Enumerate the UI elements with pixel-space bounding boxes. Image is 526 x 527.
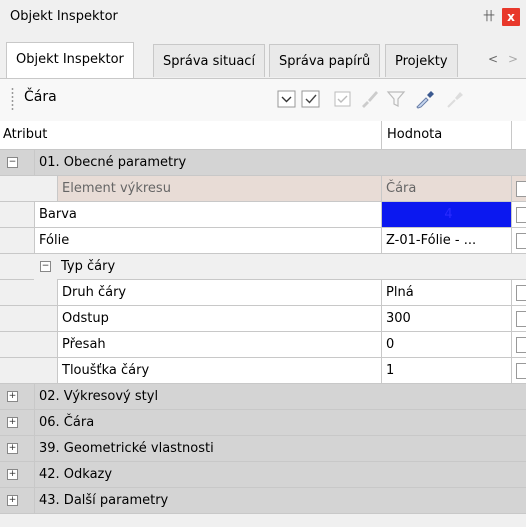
collapse-icon[interactable]: − [40,261,51,272]
property-value[interactable]: Plná [381,280,511,306]
tab-sprava-situaci[interactable]: Správa situací [153,44,266,77]
checkbox[interactable] [516,285,526,301]
tab-objekt-inspektor[interactable]: Objekt Inspektor [6,42,134,78]
tab-scroll-left-icon[interactable]: < [488,52,498,66]
group-label: 06. Čára [34,410,526,436]
group-row[interactable]: + 43. Další parametry [0,488,526,514]
property-row[interactable]: Fólie Z-01-Fólie - ... [0,228,526,254]
group-row[interactable]: + 06. Čára [0,410,526,436]
expand-icon[interactable]: + [7,391,18,402]
group-row[interactable]: + 02. Výkresový styl [0,384,526,410]
checkbox[interactable] [516,363,526,379]
close-button[interactable]: x [502,8,520,26]
toolbar: Čára [0,79,526,122]
property-name: Odstup [57,306,381,332]
expand-icon[interactable]: + [7,495,18,506]
expand-icon[interactable]: + [7,417,18,428]
property-name: Druh čáry [57,280,381,306]
header-extra [511,121,526,149]
group-label: 43. Další parametry [34,488,526,514]
pin-icon[interactable]: 卄 [482,8,496,24]
property-name: Fólie [34,228,381,254]
group-label: 42. Odkazy [34,462,526,488]
grid-header: Atribut Hodnota [0,121,526,150]
checkbox[interactable] [516,233,526,249]
group-label: 01. Obecné parametry [34,150,511,176]
property-value: Čára [381,176,511,202]
tab-scroll-right-icon[interactable]: > [508,52,518,66]
group-row[interactable]: + 39. Geometrické vlastnosti [0,436,526,462]
expand-icon[interactable]: + [7,443,18,454]
group-label: 02. Výkresový styl [34,384,526,410]
filter-icon[interactable] [385,88,407,110]
brush-icon[interactable] [358,88,380,110]
color-value[interactable]: 4 [381,202,511,228]
checkmark-icon[interactable] [300,88,322,110]
property-row[interactable]: Přesah 0 [0,332,526,358]
checkbox[interactable] [516,311,526,327]
header-attribute[interactable]: Atribut [3,127,47,142]
property-row[interactable]: Tloušťka čáry 1 [0,358,526,384]
property-value[interactable]: Z-01-Fólie - ... [381,228,511,254]
expand-icon[interactable]: + [7,469,18,480]
eyedropper-icon[interactable] [414,88,436,110]
subgroup-label: Typ čáry [57,254,526,280]
pick-icon[interactable] [444,88,466,110]
subgroup-row[interactable]: − Typ čáry [0,254,526,280]
property-row[interactable]: Odstup 300 [0,306,526,332]
collapse-icon[interactable]: − [7,157,18,168]
select-all-icon[interactable] [332,88,354,110]
tab-bar: Objekt Inspektor Správa situací Správa p… [0,34,526,79]
checkbox[interactable] [516,207,526,223]
property-value[interactable]: 1 [381,358,511,384]
property-value[interactable]: 0 [381,332,511,358]
property-name: Přesah [57,332,381,358]
dropdown-icon[interactable] [276,88,298,110]
property-row[interactable]: Druh čáry Plná [0,280,526,306]
property-name: Element výkresu [57,176,381,202]
header-value[interactable]: Hodnota [381,121,518,149]
window-title: Objekt Inspektor [10,9,118,24]
checkbox[interactable] [516,181,526,197]
property-row[interactable]: Element výkresu Čára [0,176,526,202]
object-type-label: Čára [24,89,57,105]
title-bar: Objekt Inspektor 卄 x [0,0,526,35]
property-value[interactable]: 300 [381,306,511,332]
group-label: 39. Geometrické vlastnosti [34,436,526,462]
tab-sprava-papiru[interactable]: Správa papírů [269,44,381,77]
property-name: Tloušťka čáry [57,358,381,384]
checkbox[interactable] [516,337,526,353]
property-name: Barva [34,202,381,228]
group-row[interactable]: − 01. Obecné parametry [0,150,526,176]
group-row[interactable]: + 42. Odkazy [0,462,526,488]
toolbar-grip[interactable] [11,87,14,111]
tab-projekty[interactable]: Projekty [385,44,458,77]
property-row[interactable]: Barva 4 [0,202,526,228]
